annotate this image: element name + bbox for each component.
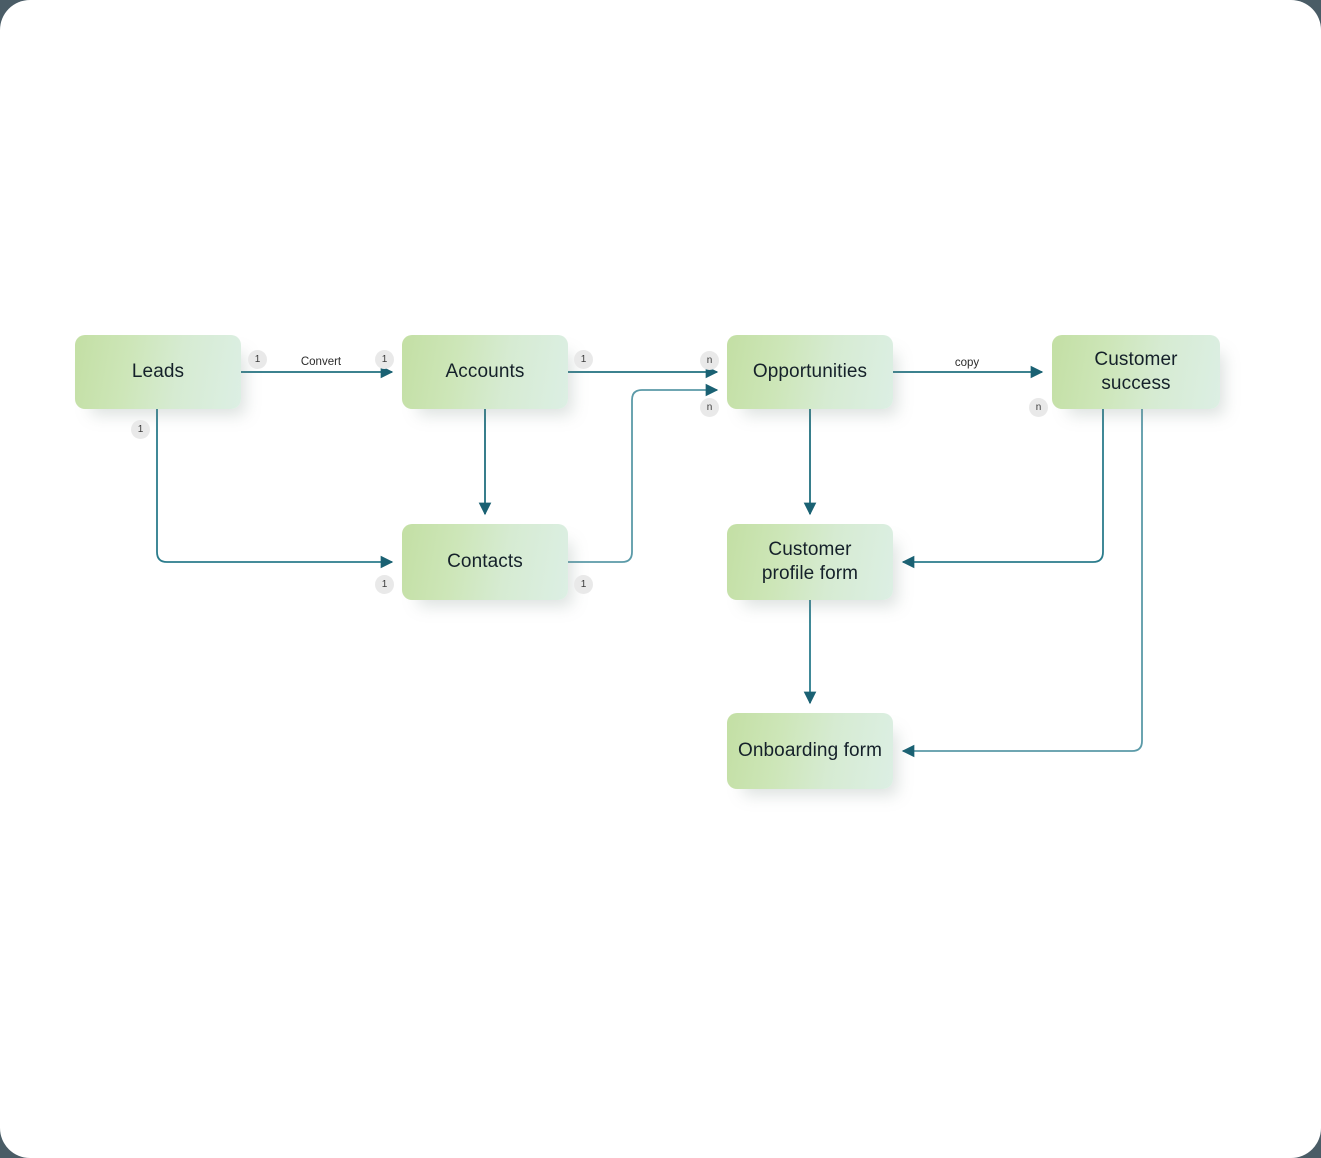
node-leads[interactable]: Leads: [75, 335, 241, 409]
diagram-canvas[interactable]: Leads Accounts Opportunities Customer su…: [0, 0, 1321, 1158]
node-customer-success[interactable]: Customer success: [1052, 335, 1220, 409]
edge-customer-success-onboarding: [901, 409, 1143, 758]
node-label-contacts: Contacts: [447, 550, 523, 572]
cardinality-badge-accounts-in: 1: [375, 350, 394, 369]
cardinality-badge-leads-down: 1: [131, 420, 150, 439]
node-label-leads: Leads: [131, 360, 185, 382]
edge-label-convert: Convert: [300, 356, 342, 368]
edge-customer-success-profile-form: [901, 409, 1104, 569]
edge-contacts-opportunities: [568, 383, 719, 563]
node-label-accounts: Accounts: [445, 360, 525, 382]
cardinality-badge-contacts-out: 1: [574, 575, 593, 594]
node-label-opportunities: Opportunities: [752, 360, 868, 382]
node-accounts[interactable]: Accounts: [402, 335, 568, 409]
edge-leads-contacts: [156, 409, 394, 569]
node-contacts[interactable]: Contacts: [402, 524, 568, 600]
node-label-customer-success: Customer success: [1094, 348, 1178, 394]
node-label-customer-profile-form: Customer profile form: [761, 538, 859, 584]
node-onboarding-form[interactable]: Onboarding form: [727, 713, 893, 789]
node-opportunities[interactable]: Opportunities: [727, 335, 893, 409]
cardinality-badge-accounts-out: 1: [574, 350, 593, 369]
node-label-onboarding-form: Onboarding form: [737, 739, 883, 761]
edge-layer: [156, 365, 1143, 758]
diagram-page: Leads Accounts Opportunities Customer su…: [0, 0, 1321, 1158]
node-customer-profile-form[interactable]: Customer profile form: [727, 524, 893, 600]
cardinality-badge-leads-out: 1: [248, 350, 267, 369]
edge-label-copy: copy: [954, 357, 980, 369]
cardinality-badge-opportunities-in-bottom: n: [700, 398, 719, 417]
cardinality-badge-contacts-in: 1: [375, 575, 394, 594]
cardinality-badge-customer-success: n: [1029, 398, 1048, 417]
cardinality-badge-opportunities-in-top: n: [700, 351, 719, 370]
